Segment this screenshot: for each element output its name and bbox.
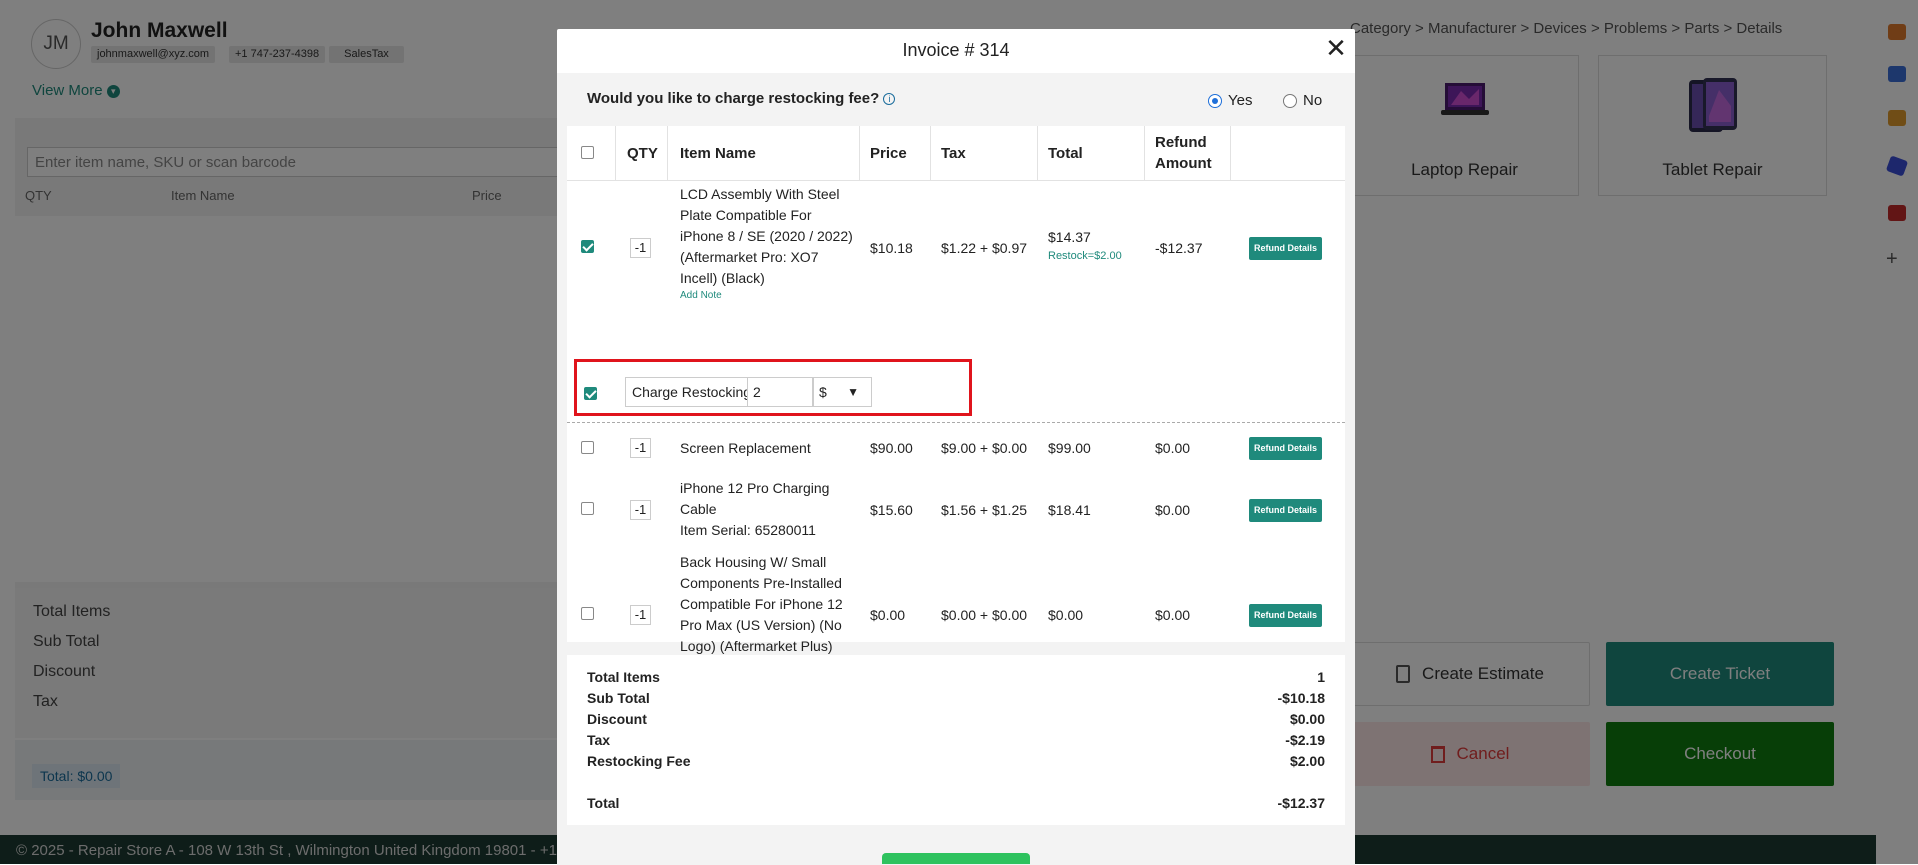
info-icon[interactable]: i	[883, 93, 896, 105]
summary-total: Total -$12.37	[587, 795, 1325, 811]
qty-box[interactable]: -1	[630, 438, 651, 458]
summary-label: Tax	[587, 732, 611, 748]
close-icon[interactable]: ✕	[1323, 35, 1349, 61]
qty-box[interactable]: -1	[630, 605, 651, 625]
item-serial: Item Serial: 65280011	[680, 522, 816, 538]
header-qty: QTY	[627, 145, 658, 162]
summary-value: $2.00	[1289, 753, 1325, 769]
restocking-fee-input[interactable]: 2	[747, 377, 813, 407]
restock-question: Would you like to charge restocking fee?…	[587, 90, 896, 107]
item-tax: $1.56 + $1.25	[941, 502, 1028, 518]
item-total: $14.37	[1048, 229, 1091, 245]
summary-total-items: Total Items 1	[587, 669, 1325, 685]
item-price: $15.60	[870, 502, 913, 518]
summary-label: Total Items	[587, 669, 660, 685]
radio-no[interactable]: No	[1283, 92, 1322, 109]
header-item-name: Item Name	[680, 145, 756, 162]
radio-yes[interactable]: Yes	[1208, 92, 1252, 109]
summary-value: $0.00	[1289, 711, 1325, 727]
restocking-fee-unit: $	[819, 384, 827, 400]
summary-value: 1	[1317, 669, 1325, 685]
add-note-link[interactable]: Add Note	[680, 290, 722, 301]
qty-box[interactable]: -1	[630, 238, 651, 258]
table-header: QTY Item Name Price Tax Total Refund Amo…	[567, 126, 1345, 181]
refund-details-button[interactable]: Refund Details	[1249, 499, 1322, 522]
summary-value: -$12.37	[1277, 795, 1325, 811]
item-price: $0.00	[870, 607, 906, 623]
item-price: $10.18	[870, 240, 913, 256]
item-refund: $0.00	[1155, 607, 1191, 623]
summary-value: -$2.19	[1285, 732, 1325, 748]
item-refund: $0.00	[1155, 440, 1191, 456]
restock-amount: Restock=$2.00	[1048, 250, 1122, 262]
summary-value: -$10.18	[1277, 690, 1325, 706]
summary-restocking-fee: Restocking Fee $2.00	[587, 753, 1325, 769]
summary-discount: Discount $0.00	[587, 711, 1325, 727]
summary-label: Total	[587, 795, 620, 811]
item-total: $0.00	[1048, 607, 1084, 623]
item-tax: $1.22 + $0.97	[941, 240, 1028, 256]
row-checkbox[interactable]	[581, 502, 594, 515]
header-total: Total	[1048, 145, 1083, 162]
refund-details-button[interactable]: Refund Details	[1249, 604, 1322, 627]
row-checkbox[interactable]	[581, 240, 594, 253]
table-row: -1 LCD Assembly With Steel Plate Compati…	[567, 182, 1345, 308]
divider	[567, 422, 1345, 423]
row-checkbox[interactable]	[581, 607, 594, 620]
header-refund-amount: Refund Amount	[1155, 134, 1212, 172]
refund-details-button[interactable]: Refund Details	[1249, 237, 1322, 260]
refund-items-table: QTY Item Name Price Tax Total Refund Amo…	[567, 126, 1345, 675]
restock-question-text: Would you like to charge restocking fee?	[587, 90, 880, 107]
refund-details-button[interactable]: Refund Details	[1249, 437, 1322, 460]
summary-label: Sub Total	[587, 690, 650, 706]
item-refund: $0.00	[1155, 502, 1191, 518]
item-price: $90.00	[870, 440, 913, 456]
item-name: Screen Replacement	[680, 440, 811, 456]
header-tax: Tax	[941, 145, 966, 162]
summary-label: Discount	[587, 711, 647, 727]
invoice-modal: Invoice # 314 ✕ Would you like to charge…	[557, 29, 1355, 865]
summary-tax: Tax -$2.19	[587, 732, 1325, 748]
radio-no-label: No	[1303, 92, 1323, 109]
item-name: iPhone 12 Pro Charging Cable	[680, 480, 830, 517]
item-name: LCD Assembly With Steel Plate Compatible…	[680, 186, 853, 286]
caret-down-icon: ▼	[847, 385, 859, 399]
modal-body: Would you like to charge restocking fee?…	[557, 73, 1355, 865]
radio-no-circle[interactable]	[1283, 93, 1297, 108]
header-price: Price	[870, 145, 907, 162]
restocking-fee-checkbox[interactable]	[584, 387, 597, 400]
radio-yes-label: Yes	[1228, 92, 1253, 109]
row-checkbox[interactable]	[581, 441, 594, 454]
restocking-fee-unit-select[interactable]: $ ▼	[813, 377, 872, 407]
summary-label: Restocking Fee	[587, 753, 691, 769]
item-tax: $0.00 + $0.00	[941, 607, 1028, 623]
item-total: $99.00	[1048, 440, 1091, 456]
item-refund: -$12.37	[1155, 240, 1203, 256]
item-total: $18.41	[1048, 502, 1091, 518]
qty-box[interactable]: -1	[630, 500, 651, 520]
item-tax: $9.00 + $0.00	[941, 440, 1028, 456]
refund-summary: Total Items 1 Sub Total -$10.18 Discount $0…	[567, 655, 1345, 825]
modal-title: Invoice # 314	[902, 40, 1010, 60]
table-row: -1 Screen Replacement $90.00 $9.00 + $0.…	[567, 430, 1345, 466]
summary-sub-total: Sub Total -$10.18	[587, 690, 1325, 706]
radio-yes-circle[interactable]	[1208, 93, 1222, 108]
restocking-fee-row: Charge Restocking Fee 2 $ ▼	[574, 359, 972, 416]
table-row: -1 iPhone 12 Pro Charging Cable Item Ser…	[567, 472, 1345, 546]
select-all-checkbox[interactable]	[581, 146, 594, 159]
submit-refund-button[interactable]	[882, 853, 1030, 864]
